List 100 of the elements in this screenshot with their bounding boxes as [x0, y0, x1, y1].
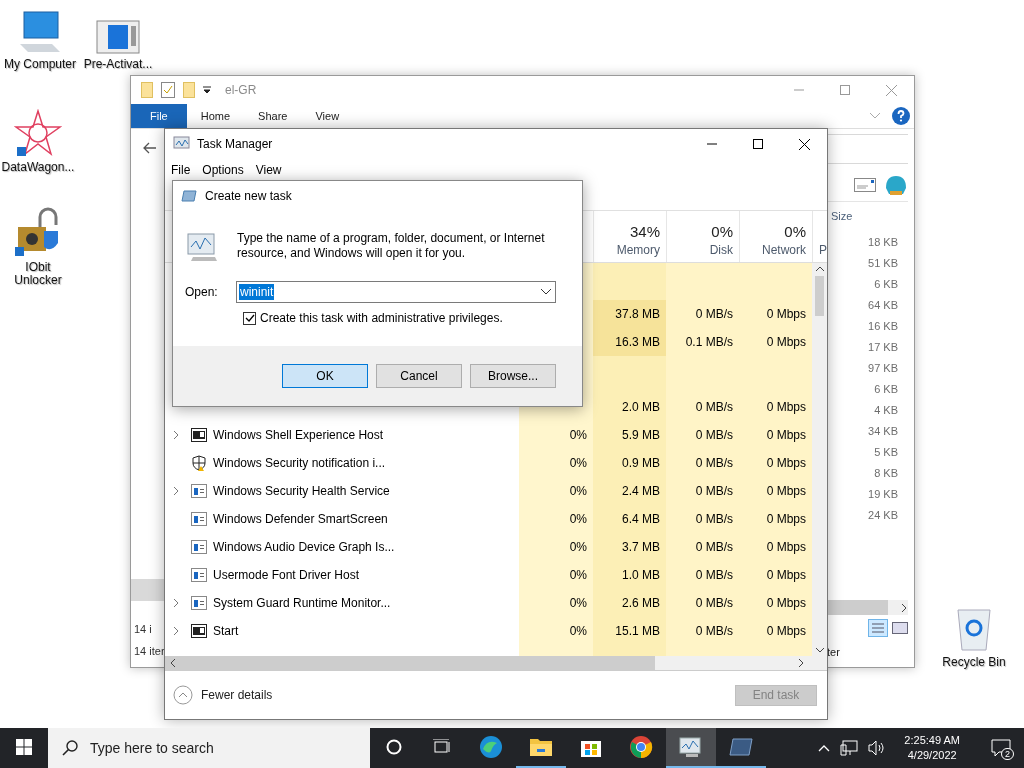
chevron-right-icon	[173, 598, 179, 608]
open-label: Open:	[185, 285, 219, 299]
dropdown-icon[interactable]	[203, 86, 211, 94]
folder-icon[interactable]	[529, 737, 553, 757]
process-name[interactable]: Windows Security Health Service	[213, 484, 390, 498]
column-header[interactable]: Size	[827, 202, 908, 232]
open-combobox[interactable]: wininit	[236, 281, 556, 303]
memory-value: 15.1 MB	[614, 623, 661, 640]
process-name[interactable]: Windows Defender SmartScreen	[213, 512, 388, 526]
process-name[interactable]: Usermode Font Driver Host	[213, 568, 360, 582]
column-header[interactable]: 0% Disk	[666, 211, 739, 262]
vertical-scrollbar[interactable]	[812, 263, 827, 656]
ribbon-tab[interactable]: Home	[186, 104, 245, 128]
admin-checkbox[interactable]	[243, 311, 256, 325]
dialog-button[interactable]: Browse...	[470, 364, 556, 388]
disk-value: 0 MB/s	[694, 427, 734, 444]
memory-value: 37.8 MB	[593, 300, 666, 328]
cpu-value: 0%	[568, 595, 588, 612]
disk-value: 0 MB/s	[694, 306, 734, 323]
email-icon[interactable]	[854, 177, 876, 192]
disk-value: 0 MB/s	[694, 483, 734, 500]
status-text: 14 iter	[133, 645, 165, 659]
file-size: 19 KB	[867, 487, 899, 502]
file-size: 34 KB	[867, 424, 899, 439]
maximize-icon	[840, 85, 850, 95]
large-icons-view-icon[interactable]	[892, 622, 908, 634]
process-name[interactable]: Start	[213, 624, 239, 638]
scroll-right-icon[interactable]	[900, 602, 908, 613]
column-header[interactable]: 0% Network	[739, 211, 812, 262]
menu-item[interactable]: Options	[202, 163, 244, 177]
desktop-icon-label[interactable]: Pre-Activat...	[83, 58, 153, 71]
notifications-button[interactable]: 2	[978, 728, 1024, 768]
cpu-value: 0%	[568, 455, 588, 472]
fewer-details-button[interactable]: Fewer details	[173, 685, 273, 705]
process-name[interactable]: Windows Security notification i...	[213, 456, 386, 470]
window-title: el-GR	[225, 83, 257, 97]
service-window-icon	[191, 512, 207, 526]
task-view-icon	[433, 739, 451, 755]
scroll-thumb[interactable]	[815, 276, 824, 316]
network-icon[interactable]	[840, 740, 859, 756]
chevron-up-icon[interactable]	[818, 744, 831, 752]
chevron-up-circle-icon	[173, 685, 193, 705]
desktop-icon-label[interactable]: DataWagon...	[1, 161, 75, 174]
service-window-icon	[191, 484, 207, 498]
desktop-icon-label[interactable]: Recycle Bin	[942, 656, 1006, 669]
service-window-icon	[191, 568, 207, 582]
column-header[interactable]: 34% Memory	[593, 211, 666, 262]
desktop-icon-label[interactable]: IObit Unlocker	[0, 261, 76, 287]
file-size: 16 KB	[867, 319, 899, 334]
taskbar-app[interactable]	[666, 728, 716, 768]
maximize-icon	[753, 139, 763, 149]
memory-value: 5.9 MB	[621, 427, 661, 444]
shell-icon[interactable]	[884, 173, 908, 196]
properties-icon[interactable]	[161, 82, 175, 98]
ribbon-tab[interactable]: View	[301, 104, 354, 128]
ribbon-tab[interactable]: Share	[244, 104, 302, 128]
scroll-down-icon[interactable]	[814, 647, 825, 654]
monitor-graph-icon[interactable]	[678, 736, 704, 758]
help-icon[interactable]	[892, 107, 910, 125]
menu-item[interactable]: View	[255, 163, 282, 177]
memory-value: 2.4 MB	[621, 483, 661, 500]
file-size: 18 KB	[867, 235, 899, 250]
close-icon	[798, 138, 810, 150]
folder-icon	[141, 82, 153, 98]
search-field[interactable]: Type here to search	[48, 728, 370, 768]
nav-pane-highlight[interactable]	[131, 579, 165, 601]
slate-window-icon[interactable]	[729, 737, 753, 757]
network-value: 0 Mbps	[765, 334, 807, 351]
horizontal-scrollbar[interactable]	[165, 656, 827, 671]
scroll-right-icon[interactable]	[797, 658, 805, 668]
scroll-left-icon[interactable]	[169, 658, 177, 668]
horizontal-scrollbar[interactable]	[827, 600, 908, 615]
memory-value: 6.4 MB	[621, 511, 661, 528]
clock[interactable]: 2:25:49 AM 4/29/2022	[896, 733, 968, 763]
network-value: 0 Mbps	[765, 623, 807, 640]
memory-value: 2.6 MB	[621, 595, 661, 612]
memory-value: 3.7 MB	[621, 539, 661, 556]
cpu-value: 0%	[568, 427, 588, 444]
dialog-button[interactable]: Cancel	[376, 364, 462, 388]
process-name[interactable]: System Guard Runtime Monitor...	[213, 596, 391, 610]
cpu-value: 0%	[568, 623, 588, 640]
volume-icon[interactable]	[868, 740, 887, 756]
close-icon	[885, 84, 897, 96]
process-name[interactable]: Windows Shell Experience Host	[213, 428, 384, 442]
process-name[interactable]: Windows Audio Device Graph Is...	[213, 540, 395, 554]
scroll-up-icon[interactable]	[814, 265, 825, 272]
checkmark-icon	[244, 313, 255, 323]
ribbon-tab[interactable]: File	[131, 104, 187, 128]
item-count: 14 i	[133, 623, 153, 635]
disk-value: 0.1 MB/s	[684, 334, 734, 351]
column-percent: 0%	[711, 223, 733, 240]
menu-item[interactable]: File	[171, 163, 191, 177]
back-arrow-icon[interactable]	[143, 142, 156, 154]
desktop-icon-label[interactable]: My Computer	[4, 58, 76, 71]
column-percent: 0%	[784, 223, 806, 240]
chrome-icon[interactable]	[629, 735, 653, 759]
dialog-button[interactable]: OK	[282, 364, 368, 388]
edge-icon[interactable]	[479, 735, 503, 759]
window-icon	[191, 624, 207, 638]
window-title: Task Manager	[197, 137, 273, 151]
